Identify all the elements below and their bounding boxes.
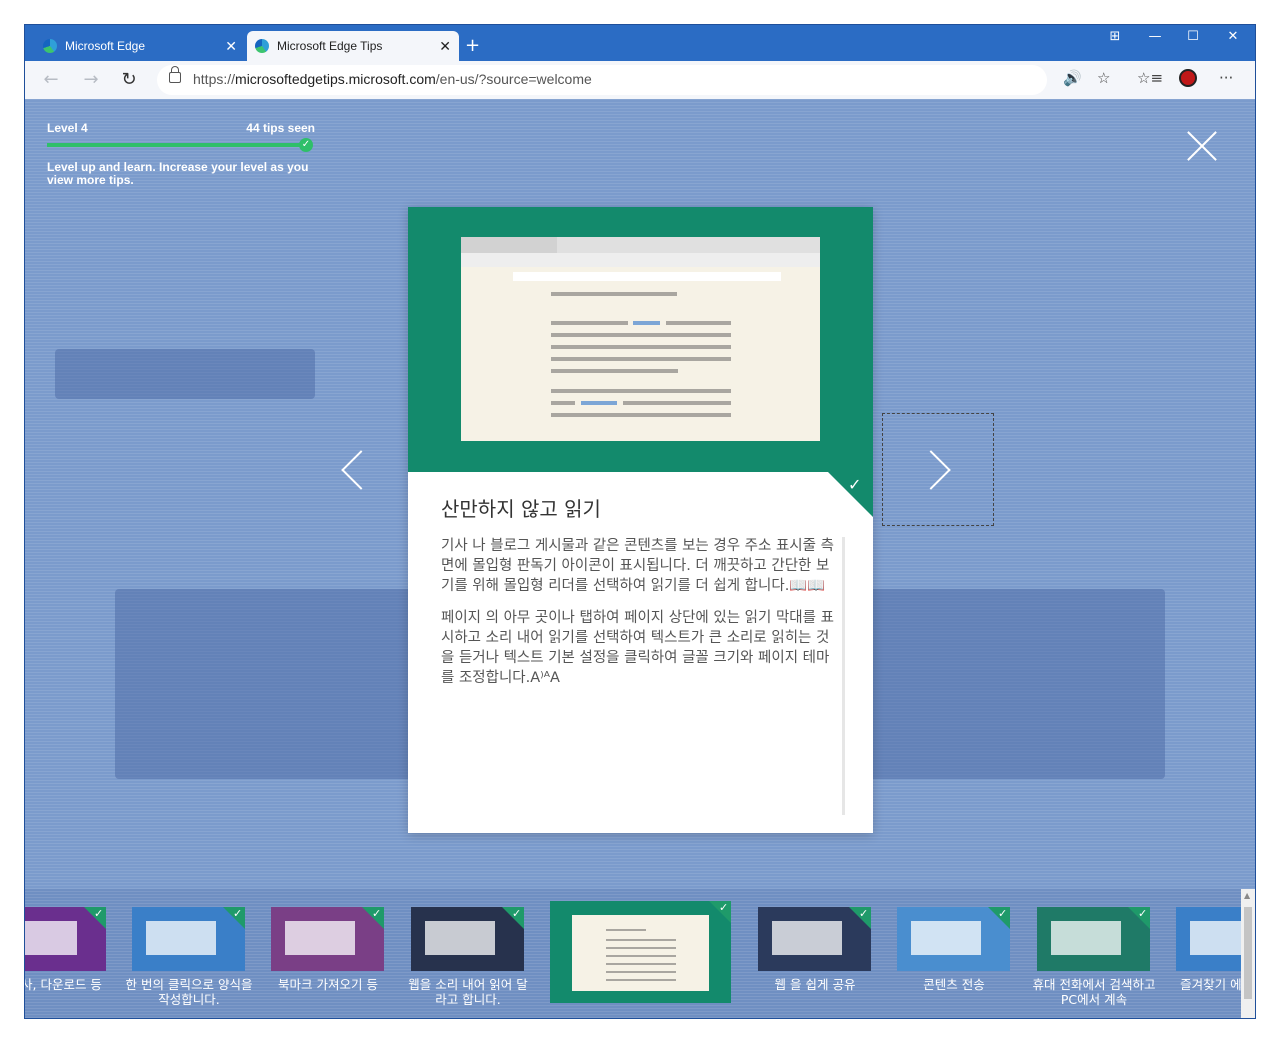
carousel-thumbnail-current[interactable]: ✓ bbox=[550, 901, 731, 1003]
tip-paragraph: 페이지 의 아무 곳이나 탭하여 페이지 상단에 있는 읽기 막대를 표시하고 … bbox=[441, 610, 834, 686]
level-progress-fill bbox=[47, 143, 305, 147]
seen-checkmark-icon: ✓ bbox=[223, 907, 245, 929]
carousel-thumbnail[interactable]: ✓ bbox=[411, 907, 524, 971]
tip-illustration bbox=[408, 207, 873, 472]
tab-close-icon[interactable]: ✕ bbox=[225, 38, 237, 55]
favorites-list-icon[interactable]: ☆≡ bbox=[1137, 69, 1163, 87]
carousel-thumbnail-label: 휴대 전화에서 검색하고 PC에서 계속 bbox=[1032, 977, 1156, 1007]
back-button[interactable]: ← bbox=[37, 67, 65, 95]
browser-window: Microsoft Edge ✕ Microsoft Edge Tips ✕ +… bbox=[25, 25, 1255, 1018]
address-bar[interactable]: https://microsoftedgetips.microsoft.com/… bbox=[157, 65, 1047, 95]
carousel-thumbnail-label: 한 번의 클릭으로 양식을 작성합니다. bbox=[125, 977, 253, 1007]
forward-button[interactable]: → bbox=[77, 67, 105, 95]
seen-checkmark-icon: ✓ bbox=[362, 907, 384, 929]
tips-seen-count: 44 tips seen bbox=[246, 121, 315, 135]
url-text[interactable]: https://microsoftedgetips.microsoft.com/… bbox=[193, 71, 592, 87]
carousel-thumbnail[interactable]: ✓ bbox=[897, 907, 1010, 971]
profile-avatar[interactable] bbox=[1179, 69, 1197, 87]
seen-checkmark-icon: ✓ bbox=[849, 907, 871, 929]
seen-checkmark-icon: ✓ bbox=[502, 907, 524, 929]
carousel-thumbnail[interactable]: ✓ bbox=[25, 907, 106, 971]
minimize-button[interactable]: — bbox=[1135, 29, 1175, 44]
carousel-thumbnail[interactable]: ✓ bbox=[1037, 907, 1150, 971]
tip-paragraph: 기사 나 블로그 게시물과 같은 콘텐츠를 보는 경우 주소 표시줄 측면에 몰… bbox=[441, 538, 834, 594]
seen-checkmark-icon: ✓ bbox=[988, 907, 1010, 929]
seen-checkmark-icon: ✓ bbox=[709, 901, 731, 923]
tip-body: 기사 나 블로그 게시물과 같은 콘텐츠를 보는 경우 주소 표시줄 측면에 몰… bbox=[441, 536, 841, 700]
browser-illustration bbox=[461, 237, 820, 441]
tip-card: ✓ 산만하지 않고 읽기 기사 나 블로그 게시물과 같은 콘텐츠를 보는 경우… bbox=[408, 207, 873, 833]
edge-favicon-icon bbox=[43, 39, 57, 53]
tips-carousel: ✓ l, 역사, 다운로드 등 ✓ 한 번의 클릭으로 양식을 작성합니다. ✓ 북마크 … bbox=[25, 889, 1255, 1018]
tab-label: Microsoft Edge Tips bbox=[277, 39, 383, 53]
seen-checkmark-icon: ✓ bbox=[1128, 907, 1150, 929]
level-label: Level 4 bbox=[47, 121, 88, 135]
carousel-thumbnail[interactable]: ✓ bbox=[758, 907, 871, 971]
tip-title: 산만하지 않고 읽기 bbox=[441, 497, 601, 521]
carousel-thumbnail[interactable]: ✓ bbox=[132, 907, 245, 971]
tab-strip: Microsoft Edge ✕ Microsoft Edge Tips ✕ +… bbox=[25, 25, 1255, 61]
tips-page: Level 4 44 tips seen ✓ Level up and lear… bbox=[25, 99, 1255, 1018]
tab-microsoft-edge-tips[interactable]: Microsoft Edge Tips ✕ bbox=[247, 31, 459, 61]
tab-actions-icon[interactable]: ⊞ bbox=[1095, 29, 1135, 44]
carousel-thumbnail-label: 콘텐츠 전송 bbox=[923, 977, 985, 992]
read-aloud-icon[interactable]: 🔊 bbox=[1063, 69, 1082, 87]
carousel-thumbnail[interactable]: ✓ bbox=[271, 907, 384, 971]
tab-close-icon[interactable]: ✕ bbox=[439, 38, 451, 55]
close-window-button[interactable]: ✕ bbox=[1213, 29, 1253, 44]
level-progress-bar bbox=[47, 143, 305, 147]
carousel-thumbnail-label: l, 역사, 다운로드 등 bbox=[25, 977, 102, 992]
carousel-scrollbar[interactable]: ▲ bbox=[1241, 889, 1255, 1018]
carousel-thumbnail-label: 북마크 가져오기 등 bbox=[278, 977, 378, 992]
edge-favicon-icon bbox=[255, 39, 269, 53]
lock-icon[interactable] bbox=[169, 66, 181, 83]
background-blur-block bbox=[55, 349, 315, 399]
maximize-button[interactable]: ☐ bbox=[1173, 29, 1213, 44]
tab-label: Microsoft Edge bbox=[65, 39, 146, 53]
tab-microsoft-edge[interactable]: Microsoft Edge ✕ bbox=[33, 31, 245, 61]
carousel-thumbnail-label: 웹을 소리 내어 읽어 달라고 합니다. bbox=[408, 977, 528, 1007]
level-description: Level up and learn. Increase your level … bbox=[47, 160, 309, 187]
tip-scrollbar[interactable] bbox=[842, 537, 845, 815]
carousel-thumbnail-label: 웹 을 쉽게 공유 bbox=[774, 977, 856, 992]
previous-tip-chevron-icon[interactable] bbox=[341, 450, 381, 490]
seen-checkmark-icon: ✓ bbox=[84, 907, 106, 929]
new-tab-button[interactable]: + bbox=[465, 35, 480, 56]
scrollbar-thumb[interactable] bbox=[1244, 907, 1252, 999]
checkmark-icon: ✓ bbox=[848, 475, 862, 494]
refresh-button[interactable]: ↻ bbox=[115, 67, 143, 95]
favorite-star-icon[interactable]: ☆ bbox=[1097, 69, 1110, 87]
address-toolbar: ← → ↻ https://microsoftedgetips.microsof… bbox=[25, 61, 1255, 100]
scroll-up-arrow-icon[interactable]: ▲ bbox=[1244, 891, 1250, 900]
checkmark-icon: ✓ bbox=[299, 138, 313, 152]
more-menu-icon[interactable]: ··· bbox=[1219, 69, 1233, 87]
close-tips-button[interactable] bbox=[1185, 129, 1219, 163]
